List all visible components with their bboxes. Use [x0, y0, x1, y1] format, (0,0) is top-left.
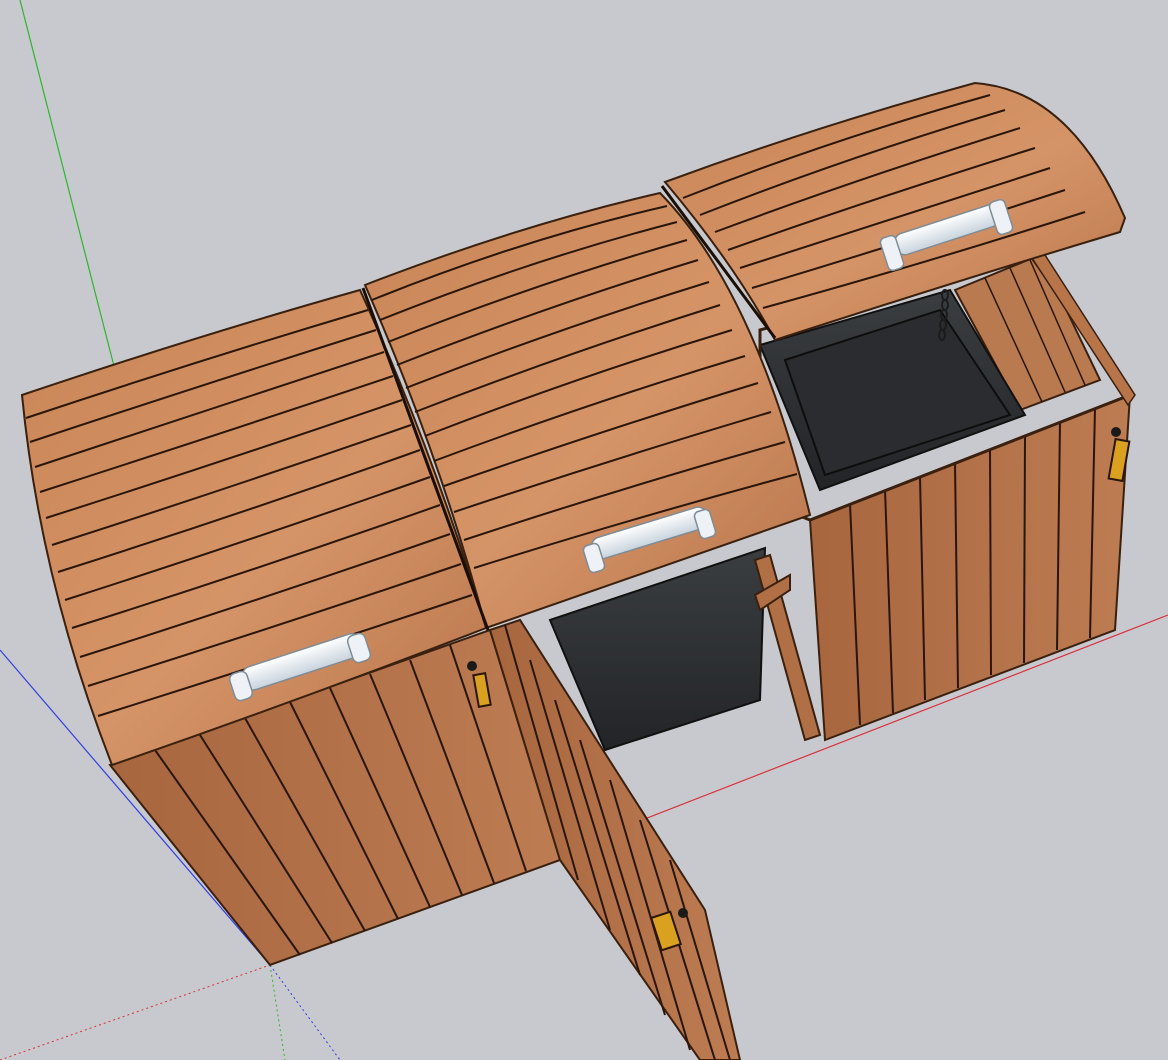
frame-middle [753, 553, 822, 742]
green-axis-dotted [269, 964, 286, 1060]
red-axis-dotted [0, 964, 271, 1060]
green-axis [19, 0, 116, 371]
sketchup-viewport[interactable] [0, 0, 1168, 1060]
3d-scene[interactable] [0, 0, 1168, 1060]
blue-axis-dotted [269, 964, 341, 1060]
